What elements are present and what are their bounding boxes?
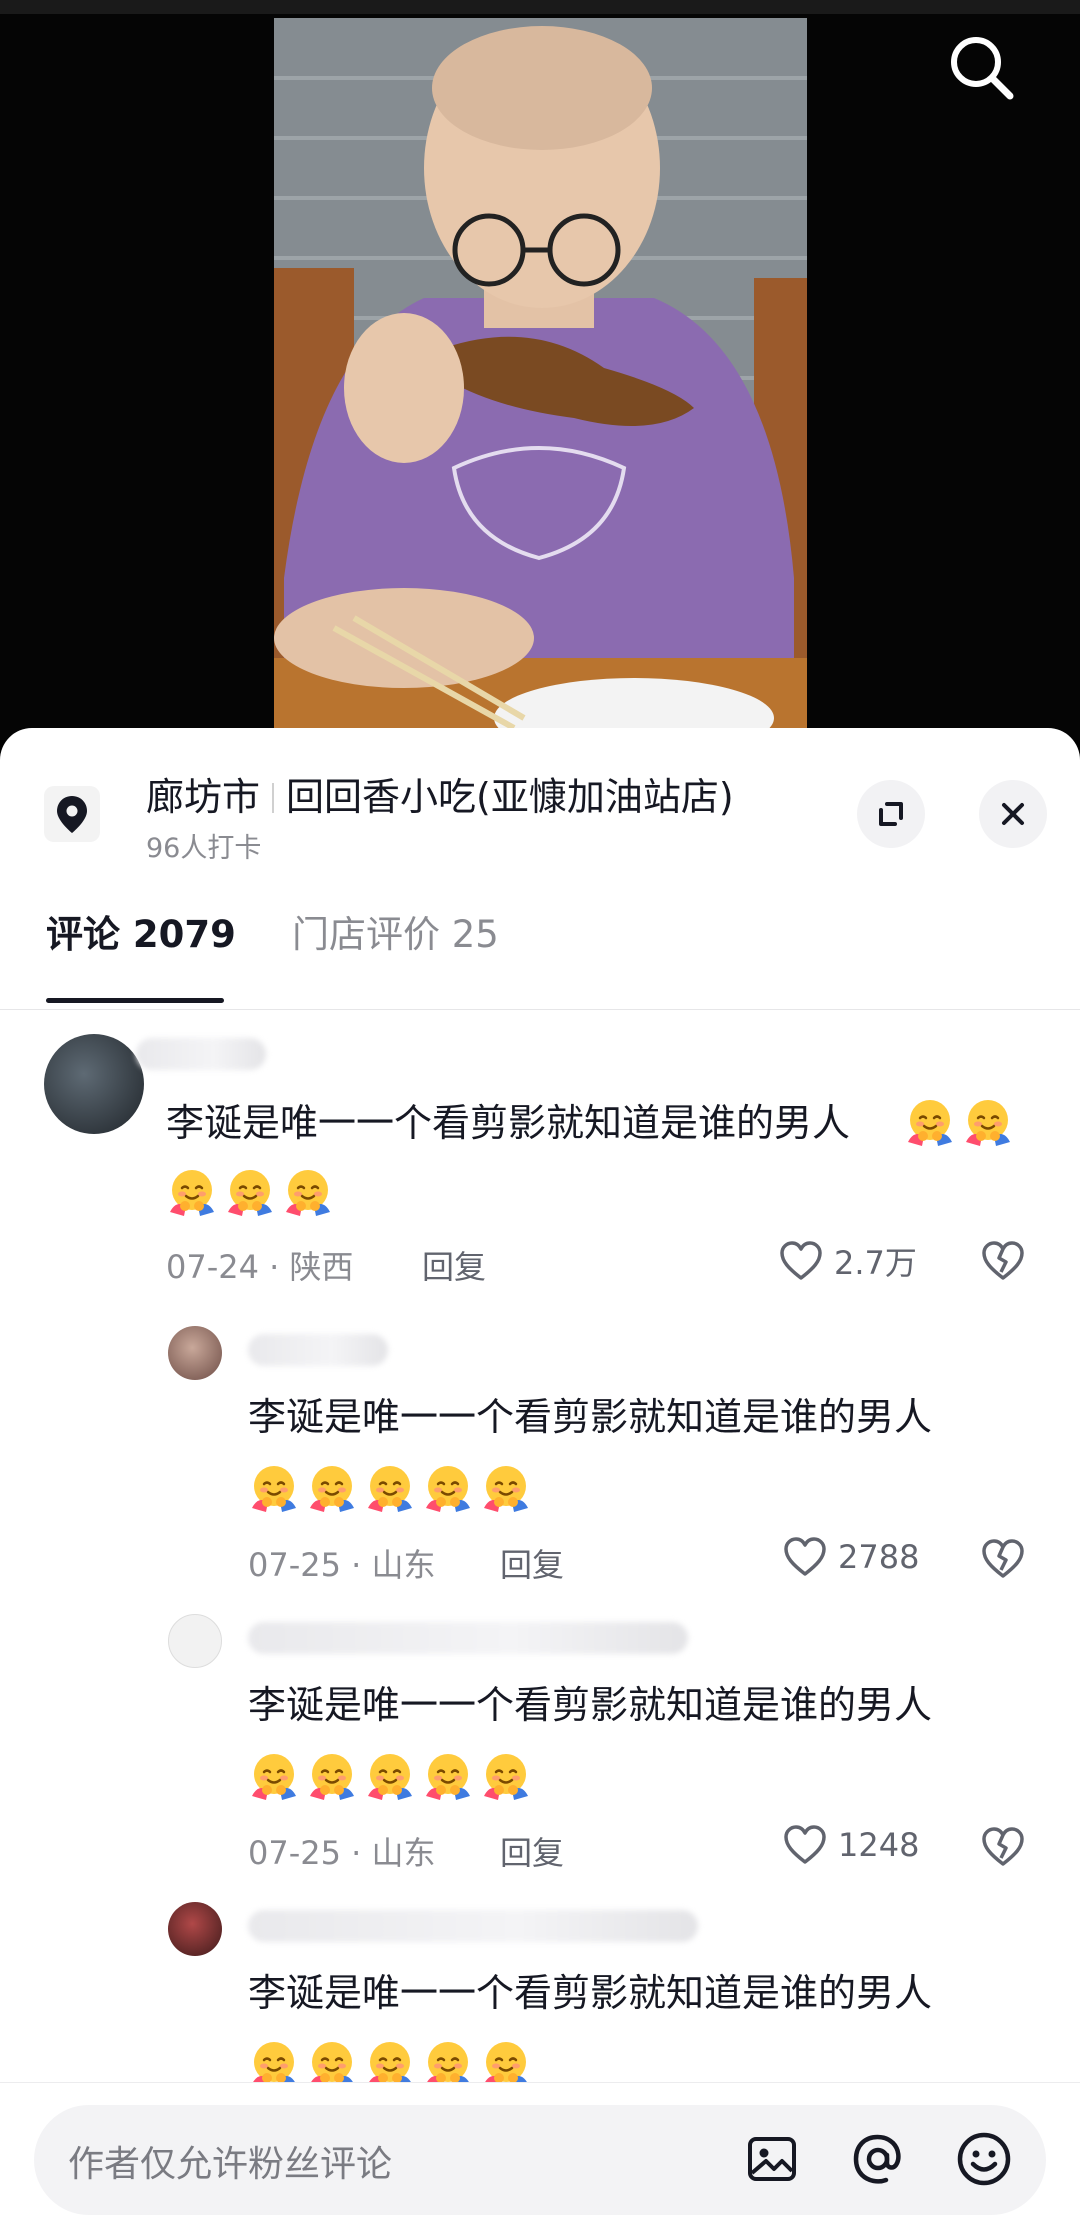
hug-emoji — [480, 1462, 532, 1514]
hug-emoji — [364, 1462, 416, 1514]
comment-meta: 07-24 · 陕西 — [166, 1248, 354, 1286]
location-city: 廊坊市 — [146, 775, 261, 819]
location-header[interactable]: 廊坊市 回回香小吃(亚慷加油站店) 96人打卡 — [0, 728, 1080, 868]
video-player[interactable] — [0, 0, 1080, 740]
comment-input[interactable]: 作者仅允许粉丝评论 — [34, 2105, 1046, 2215]
emoji-icon — [957, 2132, 1011, 2186]
close-button[interactable] — [979, 780, 1047, 848]
comment-text: 李诞是唯一一个看剪影就知道是谁的男人 — [248, 1971, 933, 2015]
like-count: 2.7万 — [834, 1244, 917, 1282]
shop-name: 回回香小吃(亚慷加油站店) — [286, 775, 734, 819]
reply-button[interactable]: 回复 — [422, 1242, 486, 1288]
broken-heart-icon — [982, 1539, 1024, 1578]
comment-text: 李诞是唯一一个看剪影就知道是谁的男人 — [248, 1683, 933, 1727]
emoji-row — [248, 1462, 532, 1514]
active-tab-indicator — [46, 998, 224, 1003]
location-title[interactable]: 廊坊市 回回香小吃(亚慷加油站店) — [146, 766, 734, 821]
reply-item: 李诞是唯一一个看剪影就知道是谁的男人 07-25 · 山东 回复 1248 — [0, 1608, 1080, 1898]
broken-heart-icon — [982, 1827, 1024, 1866]
comment-item: 李诞是唯一一个看剪影就知道是谁的男人 07-24 · 陕西 回复 2.7万 — [0, 1028, 1080, 1308]
broken-heart-icon — [982, 1241, 1024, 1280]
dislike-button[interactable] — [980, 1826, 1026, 1868]
hug-emoji — [282, 1166, 334, 1218]
tab-shop-reviews[interactable]: 门店评价 25 — [292, 904, 499, 958]
username-blurred[interactable] — [248, 1334, 388, 1366]
username-blurred[interactable] — [248, 1622, 688, 1654]
heart-icon — [780, 1241, 822, 1280]
title-divider — [272, 783, 275, 813]
status-strip — [0, 0, 1080, 14]
location-pin-icon — [44, 786, 100, 842]
video-frame[interactable] — [274, 18, 807, 740]
hug-emoji — [306, 1462, 358, 1514]
like-count: 2788 — [838, 1538, 920, 1576]
checkin-count: 96人打卡 — [146, 833, 262, 864]
hug-emoji — [904, 1096, 956, 1148]
hug-emoji — [962, 1096, 1014, 1148]
dislike-button[interactable] — [980, 1240, 1026, 1282]
hug-emoji — [248, 1750, 300, 1802]
image-button[interactable] — [740, 2127, 804, 2191]
avatar[interactable] — [168, 1902, 222, 1956]
avatar[interactable] — [168, 1614, 222, 1668]
heart-icon — [784, 1825, 826, 1864]
hug-emoji — [248, 1462, 300, 1514]
search-icon — [951, 37, 1014, 100]
like-button[interactable]: 2788 — [782, 1536, 919, 1578]
at-icon — [853, 2134, 901, 2184]
like-count: 1248 — [838, 1826, 920, 1864]
dislike-button[interactable] — [980, 1538, 1026, 1580]
hug-emoji — [306, 1750, 358, 1802]
emoji-row-inline — [904, 1096, 1014, 1148]
reply-button[interactable]: 回复 — [500, 1540, 564, 1586]
comment-sheet: 廊坊市 回回香小吃(亚慷加油站店) 96人打卡 评论 2079 门店评价 25 李… — [0, 728, 1080, 2237]
like-button[interactable]: 2.7万 — [778, 1238, 917, 1284]
mention-button[interactable] — [846, 2127, 910, 2191]
hug-emoji — [422, 1462, 474, 1514]
comment-text: 李诞是唯一一个看剪影就知道是谁的男人 — [248, 1395, 933, 1439]
comment-input-bar: 作者仅允许粉丝评论 — [0, 2082, 1080, 2237]
hug-emoji — [364, 1750, 416, 1802]
emoji-row — [166, 1166, 334, 1218]
reply-button[interactable]: 回复 — [500, 1828, 564, 1874]
avatar[interactable] — [44, 1034, 144, 1134]
like-button[interactable]: 1248 — [782, 1824, 919, 1866]
search-button[interactable] — [944, 30, 1020, 106]
reply-item: 李诞是唯一一个看剪影就知道是谁的男人 — [0, 1898, 1080, 2088]
hug-emoji — [480, 1750, 532, 1802]
reply-item: 李诞是唯一一个看剪影就知道是谁的男人 07-25 · 山东 回复 2788 — [0, 1318, 1080, 1608]
hug-emoji — [422, 1750, 474, 1802]
expand-button[interactable] — [857, 780, 925, 848]
close-icon — [1002, 803, 1024, 825]
image-icon — [748, 2137, 796, 2181]
emoji-button[interactable] — [952, 2127, 1016, 2191]
emoji-row — [248, 1750, 532, 1802]
username-blurred[interactable] — [248, 1910, 698, 1942]
hug-emoji — [166, 1166, 218, 1218]
username-blurred[interactable] — [136, 1038, 266, 1070]
comment-input-placeholder: 作者仅允许粉丝评论 — [68, 2144, 393, 2185]
heart-icon — [784, 1537, 826, 1576]
hug-emoji — [224, 1166, 276, 1218]
tab-comments[interactable]: 评论 2079 — [46, 904, 236, 958]
comment-meta: 07-25 · 山东 — [248, 1834, 436, 1872]
comment-meta: 07-25 · 山东 — [248, 1546, 436, 1584]
video-thumbnail — [274, 18, 807, 740]
comment-text: 李诞是唯一一个看剪影就知道是谁的男人 — [166, 1101, 851, 1145]
avatar[interactable] — [168, 1326, 222, 1380]
expand-icon — [879, 802, 903, 826]
tab-bar: 评论 2079 门店评价 25 — [0, 904, 1080, 1010]
